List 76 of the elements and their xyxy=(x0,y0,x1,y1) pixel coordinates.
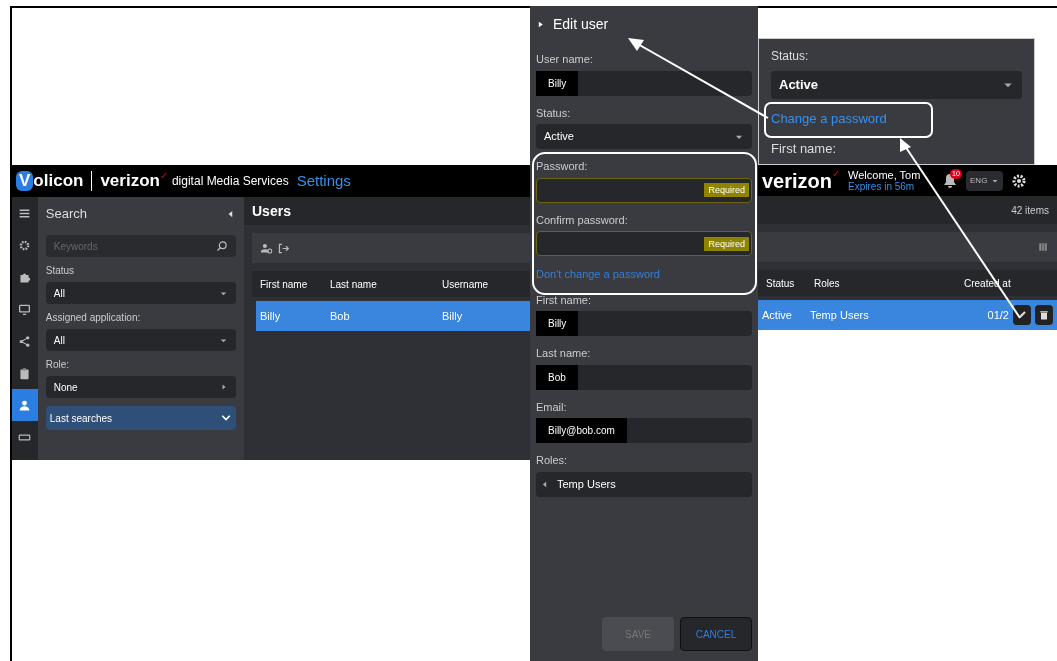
check-mark-icon: ✓ xyxy=(159,168,168,184)
edit-button[interactable] xyxy=(1013,305,1031,325)
settings-icon[interactable] xyxy=(1011,172,1028,189)
table-row[interactable]: Billy Bob Billy xyxy=(256,301,530,331)
page-title: Settings xyxy=(296,170,351,191)
search-icon[interactable] xyxy=(216,240,228,252)
status-dropdown[interactable]: Active xyxy=(536,124,752,149)
export-icon[interactable] xyxy=(277,241,290,255)
roles-field[interactable]: Temp Users xyxy=(536,471,752,497)
add-user-icon[interactable] xyxy=(260,241,273,255)
product-name: digital Media Services xyxy=(171,173,289,190)
password-field[interactable]: Required xyxy=(536,231,752,256)
panel-title: Edit user xyxy=(553,14,609,34)
text-field[interactable]: Bob xyxy=(536,364,752,390)
status-dropdown[interactable]: Active xyxy=(771,71,1022,99)
table-cell-text: Billy xyxy=(442,308,464,324)
required-badge: Required xyxy=(704,236,749,251)
text-field[interactable]: Billy@bob.com xyxy=(536,418,752,443)
brand-name: verizon xyxy=(100,170,160,193)
field-label: Assigned application: xyxy=(45,311,142,325)
panel-title: Search xyxy=(45,205,87,224)
logo-text: olicon xyxy=(33,170,84,193)
field-label: Confirm password: xyxy=(536,212,629,228)
welcome-text: Welcome, Tom xyxy=(848,168,922,181)
field-label: Status: xyxy=(771,48,810,65)
language-dropdown[interactable]: ENG xyxy=(966,170,1004,191)
field-label: Role: xyxy=(45,358,71,372)
puzzle-icon[interactable] xyxy=(18,270,32,284)
table-cell-text: Temp Users xyxy=(810,307,870,323)
delete-button[interactable] xyxy=(1035,305,1053,325)
columns-icon[interactable] xyxy=(1037,241,1049,253)
clipboard-icon[interactable] xyxy=(18,366,32,380)
column-header: First name xyxy=(260,277,309,292)
field-label: Email: xyxy=(536,399,568,415)
password-field[interactable]: Required xyxy=(536,177,752,203)
search-field[interactable]: Keywords xyxy=(45,235,236,257)
table-cell-text: Billy xyxy=(260,308,282,324)
field-label: User name: xyxy=(536,52,594,67)
field-label: First name: xyxy=(536,292,592,308)
monitor-icon[interactable] xyxy=(18,302,32,316)
column-header: Username xyxy=(442,277,490,292)
logo-mark: V xyxy=(16,171,34,191)
dropdown[interactable]: All xyxy=(45,282,236,304)
required-badge: Required xyxy=(704,183,749,197)
cancel-button[interactable]: CANCEL xyxy=(680,617,752,651)
last-searches-button[interactable]: Last searches xyxy=(45,406,236,430)
table-cell-text: Active xyxy=(762,307,793,323)
trash-icon[interactable] xyxy=(1038,309,1050,321)
submenu-field[interactable]: None xyxy=(45,376,236,398)
text-field[interactable]: Billy xyxy=(536,70,752,96)
table-cell-text: 01/2 xyxy=(986,307,1010,323)
section-title: Users xyxy=(252,201,291,221)
caret-icon[interactable] xyxy=(540,479,549,489)
expand-icon[interactable] xyxy=(536,19,545,29)
session-expiry: Expires in 56m xyxy=(848,180,916,193)
field-label: Roles: xyxy=(536,453,569,468)
item-count: 42 items xyxy=(1011,203,1049,218)
user-icon[interactable] xyxy=(18,398,32,412)
column-header: Roles xyxy=(814,276,841,291)
field-label: Last name: xyxy=(536,346,592,361)
check-mark-icon: ✓ xyxy=(832,165,841,181)
text-field[interactable]: Billy xyxy=(536,311,752,336)
dropdown[interactable]: All xyxy=(45,329,236,351)
field-label: Status xyxy=(45,264,76,278)
share-icon[interactable] xyxy=(18,334,32,348)
column-header: Last name xyxy=(330,277,378,292)
field-label: First name: xyxy=(771,139,837,158)
column-header: Status xyxy=(766,276,796,291)
brand-name: verizon xyxy=(762,168,833,194)
caret-icon[interactable] xyxy=(220,383,228,391)
field-label: Status: xyxy=(536,105,572,121)
table-cell-text: Bob xyxy=(330,308,351,324)
table-row[interactable]: Active Temp Users 01/2 xyxy=(758,300,1057,330)
nav-item[interactable] xyxy=(12,389,38,421)
settings-icon[interactable] xyxy=(18,238,32,252)
field-label: Password: xyxy=(536,159,589,174)
